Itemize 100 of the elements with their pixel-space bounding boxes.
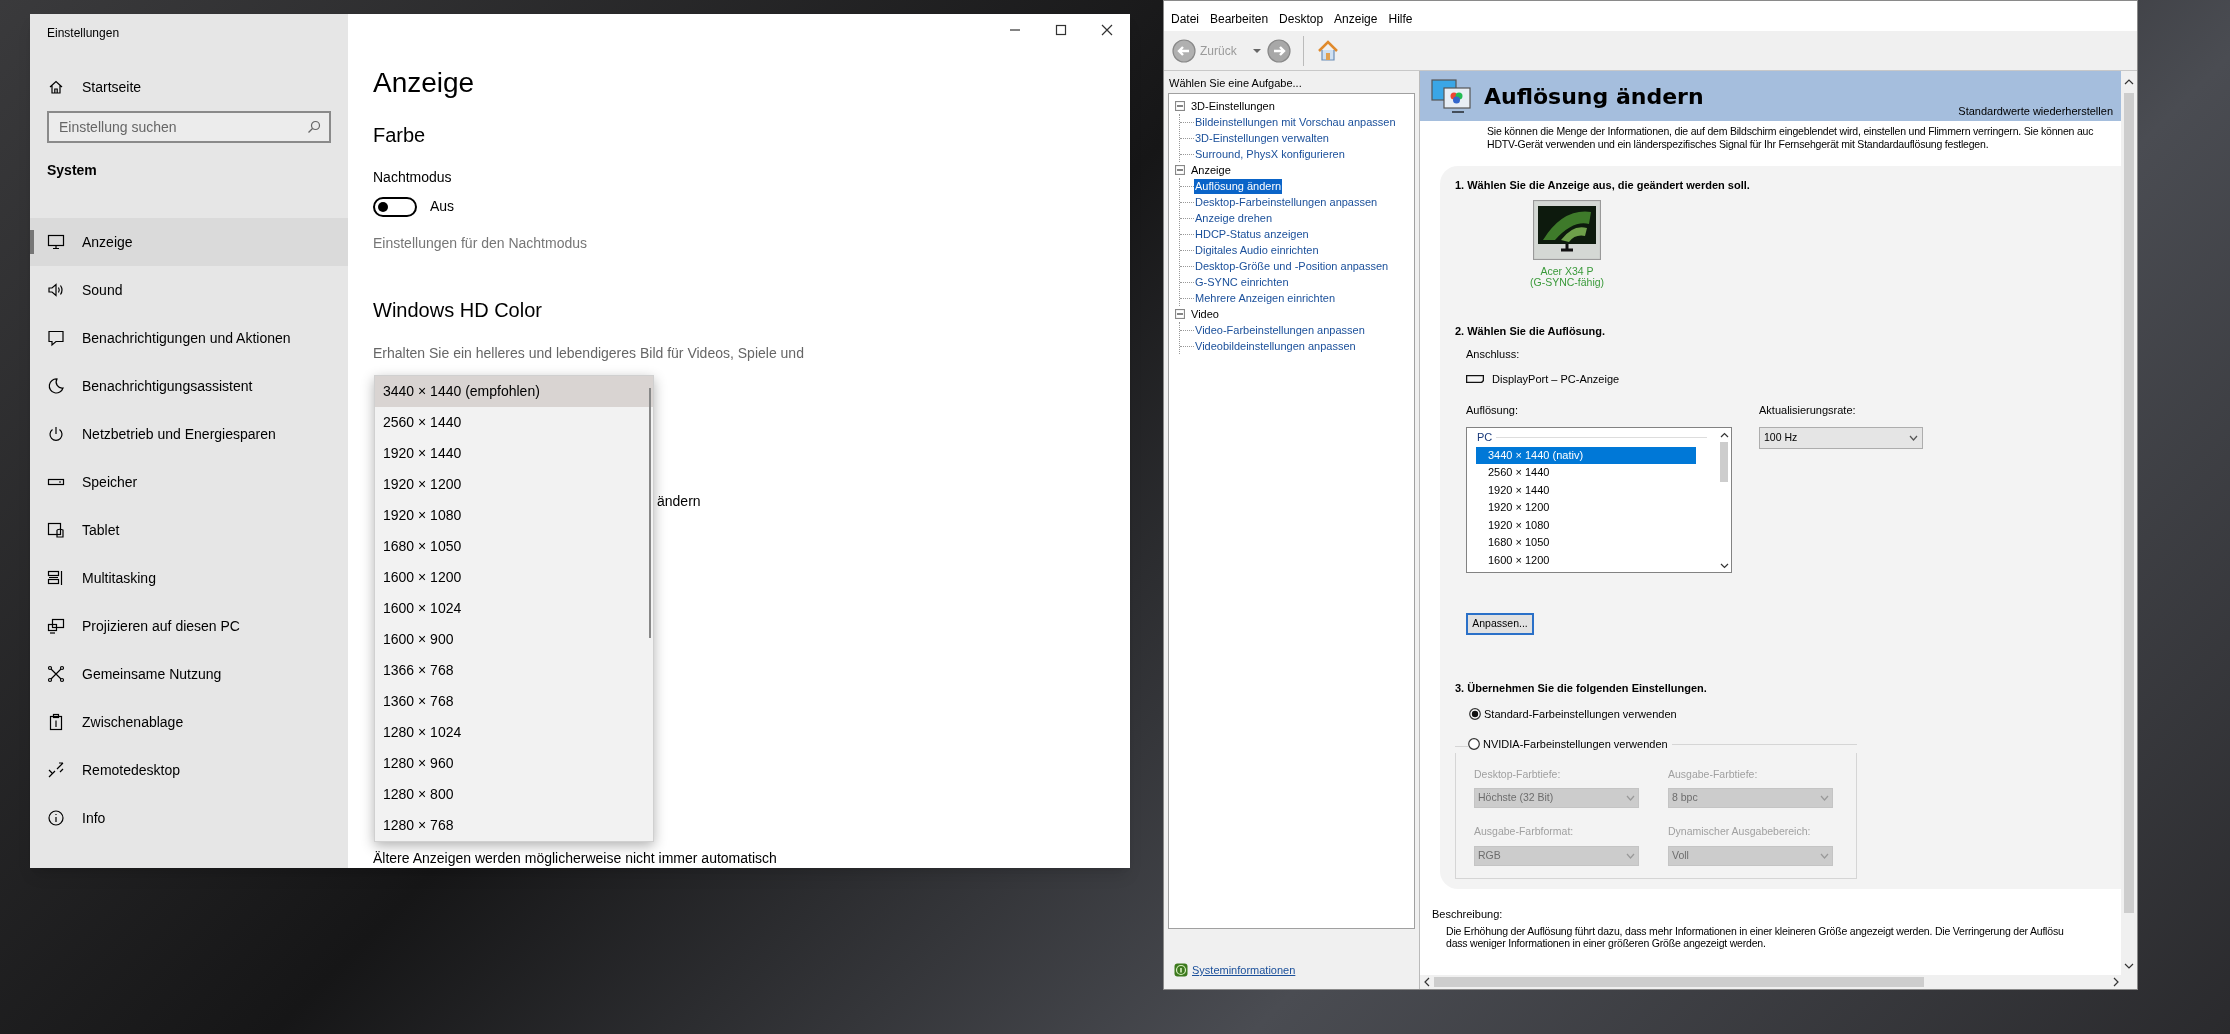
tree-category: Anzeige: [1191, 162, 1231, 178]
system-info-link[interactable]: Systeminformationen: [1174, 962, 1296, 979]
tree-link[interactable]: Bildeinstellungen mit Vorschau anpassen: [1194, 114, 1397, 130]
menu-item[interactable]: Desktop: [1274, 8, 1329, 30]
window-title: Einstellungen: [46, 25, 121, 42]
list-option[interactable]: 1920 × 1080: [1476, 516, 1696, 535]
nav-item[interactable]: Multitasking: [30, 554, 348, 602]
horizontal-scrollbar[interactable]: [1420, 975, 2137, 989]
dropdown-option[interactable]: 1600 × 1200: [375, 562, 653, 593]
collapse-icon[interactable]: [1175, 165, 1185, 175]
tree-link[interactable]: Anzeige drehen: [1194, 210, 1274, 226]
nav-item[interactable]: Gemeinsame Nutzung: [30, 650, 348, 698]
list-group-heading: PC: [1476, 430, 1493, 446]
nav-item[interactable]: Projizieren auf diesen PC: [30, 602, 348, 650]
nav-item[interactable]: Benachrichtigungsassistent: [30, 362, 348, 410]
power-icon: [47, 425, 65, 443]
refresh-rate-dropdown[interactable]: 100 Hz: [1759, 426, 1923, 449]
monitor-color-icon: [1430, 78, 1472, 114]
nav-item[interactable]: Remotedesktop: [30, 746, 348, 794]
list-option[interactable]: 1920 × 1200: [1476, 499, 1696, 517]
vertical-scrollbar[interactable]: [2121, 71, 2137, 975]
nav-item[interactable]: Benachrichtigungen und Aktionen: [30, 314, 348, 362]
share-icon: [47, 665, 65, 683]
radio-option[interactable]: NVIDIA-Farbeinstellungen verwenden: [1468, 736, 1668, 753]
dropdown-option[interactable]: 1600 × 1024: [375, 593, 653, 624]
nav-item[interactable]: Anzeige: [30, 218, 348, 266]
home-icon: [48, 79, 64, 95]
nav-item[interactable]: Netzbetrieb und Energiesparen: [30, 410, 348, 458]
chevron-up-icon: [1719, 430, 1729, 440]
customize-button[interactable]: Anpassen...: [1466, 612, 1534, 635]
dropdown-option[interactable]: 1600 × 900: [375, 624, 653, 655]
step-heading: 2. Wählen Sie die Auflösung.: [1455, 324, 1605, 338]
toggle-switch[interactable]: [373, 196, 417, 217]
field-label: Anschluss:: [1466, 347, 1520, 362]
dropdown-option[interactable]: 1920 × 1440: [375, 438, 653, 469]
menu-item[interactable]: Bearbeiten: [1205, 8, 1274, 30]
tree-link[interactable]: Auflösung ändern: [1194, 178, 1283, 194]
list-option[interactable]: 3440 × 1440 (nativ): [1476, 446, 1696, 465]
dropdown-option[interactable]: 2560 × 1440: [375, 407, 653, 438]
tree-link[interactable]: Surround, PhysX konfigurieren: [1194, 146, 1346, 162]
forward-button[interactable]: [1266, 38, 1291, 63]
tree-link[interactable]: HDCP-Status anzeigen: [1194, 226, 1310, 242]
arrow-right-icon: [1266, 38, 1291, 63]
dropdown-option[interactable]: 1360 × 768: [375, 686, 653, 717]
chevron-down-icon: [1626, 853, 1635, 859]
dropdown-option[interactable]: 1280 × 1024: [375, 717, 653, 748]
dropdown-option[interactable]: 3440 × 1440 (empfohlen): [375, 376, 653, 407]
tablet-icon: [47, 521, 65, 539]
collapse-icon[interactable]: [1175, 309, 1185, 319]
intro-text: Sie können die Menge der Informationen, die auf dem Bildschirm eingeblendet wird, einstellen und Flimmern verringern. Sie können auc: [1487, 125, 2095, 138]
tree-link[interactable]: Mehrere Anzeigen einrichten: [1194, 290, 1337, 306]
list-option[interactable]: 1600 × 1200: [1476, 552, 1696, 570]
scrollbar-thumb[interactable]: [1720, 441, 1728, 482]
search-icon: [307, 120, 321, 134]
tree-link[interactable]: Digitales Audio einrichten: [1194, 242, 1320, 258]
nav-item[interactable]: Info: [30, 794, 348, 842]
setting-label: Nachtmodus: [373, 168, 452, 187]
multitasking-icon: [47, 569, 65, 587]
dropdown-option[interactable]: 1680 × 1050: [375, 531, 653, 562]
dropdown-option[interactable]: 1280 × 800: [375, 779, 653, 810]
dropdown-option[interactable]: 1280 × 768: [375, 810, 653, 841]
list-option[interactable]: 2560 × 1440: [1476, 464, 1696, 482]
menu-item[interactable]: Datei: [1166, 8, 1204, 30]
tree-link[interactable]: 3D-Einstellungen verwalten: [1194, 130, 1330, 146]
description-text: Erhalten Sie ein helleres und lebendigeres Bild für Videos, Spiele und: [373, 344, 804, 363]
page-title: Anzeige: [373, 66, 475, 100]
list-option[interactable]: 1920 × 1440: [1476, 481, 1696, 500]
section-heading: System: [46, 161, 98, 180]
nav-item[interactable]: Speicher: [30, 458, 348, 506]
field-label: Ausgabe-Farbformat:: [1474, 824, 1574, 840]
tree-link[interactable]: G-SYNC einrichten: [1194, 274, 1290, 290]
dropdown-option[interactable]: 1280 × 960: [375, 748, 653, 779]
scrollbar-thumb[interactable]: [1434, 977, 1924, 987]
nav-item[interactable]: Tablet: [30, 506, 348, 554]
dropdown-option[interactable]: 1366 × 768: [375, 655, 653, 686]
list-option[interactable]: 1680 × 1050: [1476, 534, 1696, 553]
home-link[interactable]: Startseite: [30, 67, 348, 107]
dropdown-option[interactable]: 1920 × 1200: [375, 469, 653, 500]
radio-option[interactable]: Standard-Farbeinstellungen verwenden: [1469, 705, 1677, 722]
nav-item[interactable]: Zwischenablage: [30, 698, 348, 746]
scrollbar-thumb[interactable]: [2124, 93, 2134, 913]
tree-link[interactable]: Desktop-Farbeinstellungen anpassen: [1194, 194, 1379, 210]
collapse-icon[interactable]: [1175, 101, 1185, 111]
chevron-down-icon: [2124, 961, 2134, 971]
search-field[interactable]: Einstellung suchen: [47, 111, 331, 143]
tree-link[interactable]: Desktop-Größe und -Position anpassen: [1194, 258, 1390, 274]
info-badge-icon: [1174, 963, 1188, 978]
section-heading: Windows HD Color: [373, 298, 542, 323]
nav-item[interactable]: Sound: [30, 266, 348, 314]
moon-icon: [47, 377, 65, 395]
dropdown-option[interactable]: 1920 × 1080: [375, 500, 653, 531]
menu-item[interactable]: Anzeige: [1329, 8, 1383, 30]
field-label: Dynamischer Ausgabebereich:: [1668, 824, 1811, 840]
tree-link[interactable]: Videobildeinstellungen anpassen: [1194, 338, 1357, 354]
menu-item[interactable]: Hilfe: [1383, 8, 1418, 30]
settings-link[interactable]: Einstellungen für den Nachtmodus: [373, 233, 588, 253]
scrollbar[interactable]: [649, 388, 651, 638]
tree-link[interactable]: Video-Farbeinstellungen anpassen: [1194, 322, 1366, 338]
restore-defaults-link[interactable]: Standardwerte wiederherstellen: [1958, 102, 2113, 119]
step-heading: 3. Übernehmen Sie die folgenden Einstellungen.: [1455, 680, 1707, 695]
